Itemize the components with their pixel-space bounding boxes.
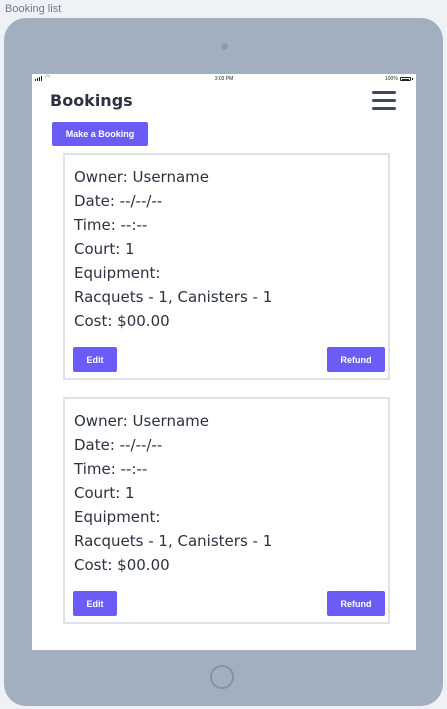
booking-equipment-label: Equipment: <box>74 508 161 526</box>
battery-percent: 100% <box>385 76 398 82</box>
battery-icon <box>400 77 411 81</box>
booking-time: Time: --:-- <box>74 460 148 478</box>
booking-card: Owner: Username Date: --/--/-- Time: --:… <box>63 153 390 380</box>
booking-details: Owner: Username Date: --/--/-- Time: --:… <box>74 409 272 577</box>
booking-court: Court: 1 <box>74 240 135 258</box>
make-booking-button[interactable]: Make a Booking <box>52 122 148 146</box>
booking-equipment-label: Equipment: <box>74 264 161 282</box>
edit-booking-button[interactable]: Edit <box>73 347 117 372</box>
edit-booking-button[interactable]: Edit <box>73 591 117 616</box>
booking-owner: Owner: Username <box>74 412 209 430</box>
signal-icon <box>35 76 42 81</box>
home-button[interactable] <box>210 665 234 689</box>
booking-owner: Owner: Username <box>74 168 209 186</box>
booking-date: Date: --/--/-- <box>74 436 163 454</box>
camera-icon <box>221 43 228 50</box>
hamburger-menu-icon[interactable] <box>372 91 396 113</box>
booking-equipment: Racquets - 1, Canisters - 1 <box>74 532 273 550</box>
status-time: 3:03 PM <box>214 76 234 82</box>
booking-time: Time: --:-- <box>74 216 148 234</box>
booking-equipment: Racquets - 1, Canisters - 1 <box>74 288 273 306</box>
booking-cost: Cost: $00.00 <box>74 312 170 330</box>
frame-title: Booking list <box>5 3 62 15</box>
app-screen: ◠ 3:03 PM 100% Bookings Make a Booking O… <box>32 74 416 650</box>
booking-date: Date: --/--/-- <box>74 192 163 210</box>
booking-cost: Cost: $00.00 <box>74 556 170 574</box>
refund-booking-button[interactable]: Refund <box>327 347 385 372</box>
refund-booking-button[interactable]: Refund <box>327 591 385 616</box>
booking-court: Court: 1 <box>74 484 135 502</box>
booking-card: Owner: Username Date: --/--/-- Time: --:… <box>63 397 390 624</box>
page-title: Bookings <box>50 91 133 110</box>
status-bar: ◠ 3:03 PM 100% <box>32 74 416 84</box>
battery-tip <box>412 78 413 80</box>
wifi-icon: ◠ <box>45 75 51 81</box>
booking-details: Owner: Username Date: --/--/-- Time: --:… <box>74 165 272 333</box>
